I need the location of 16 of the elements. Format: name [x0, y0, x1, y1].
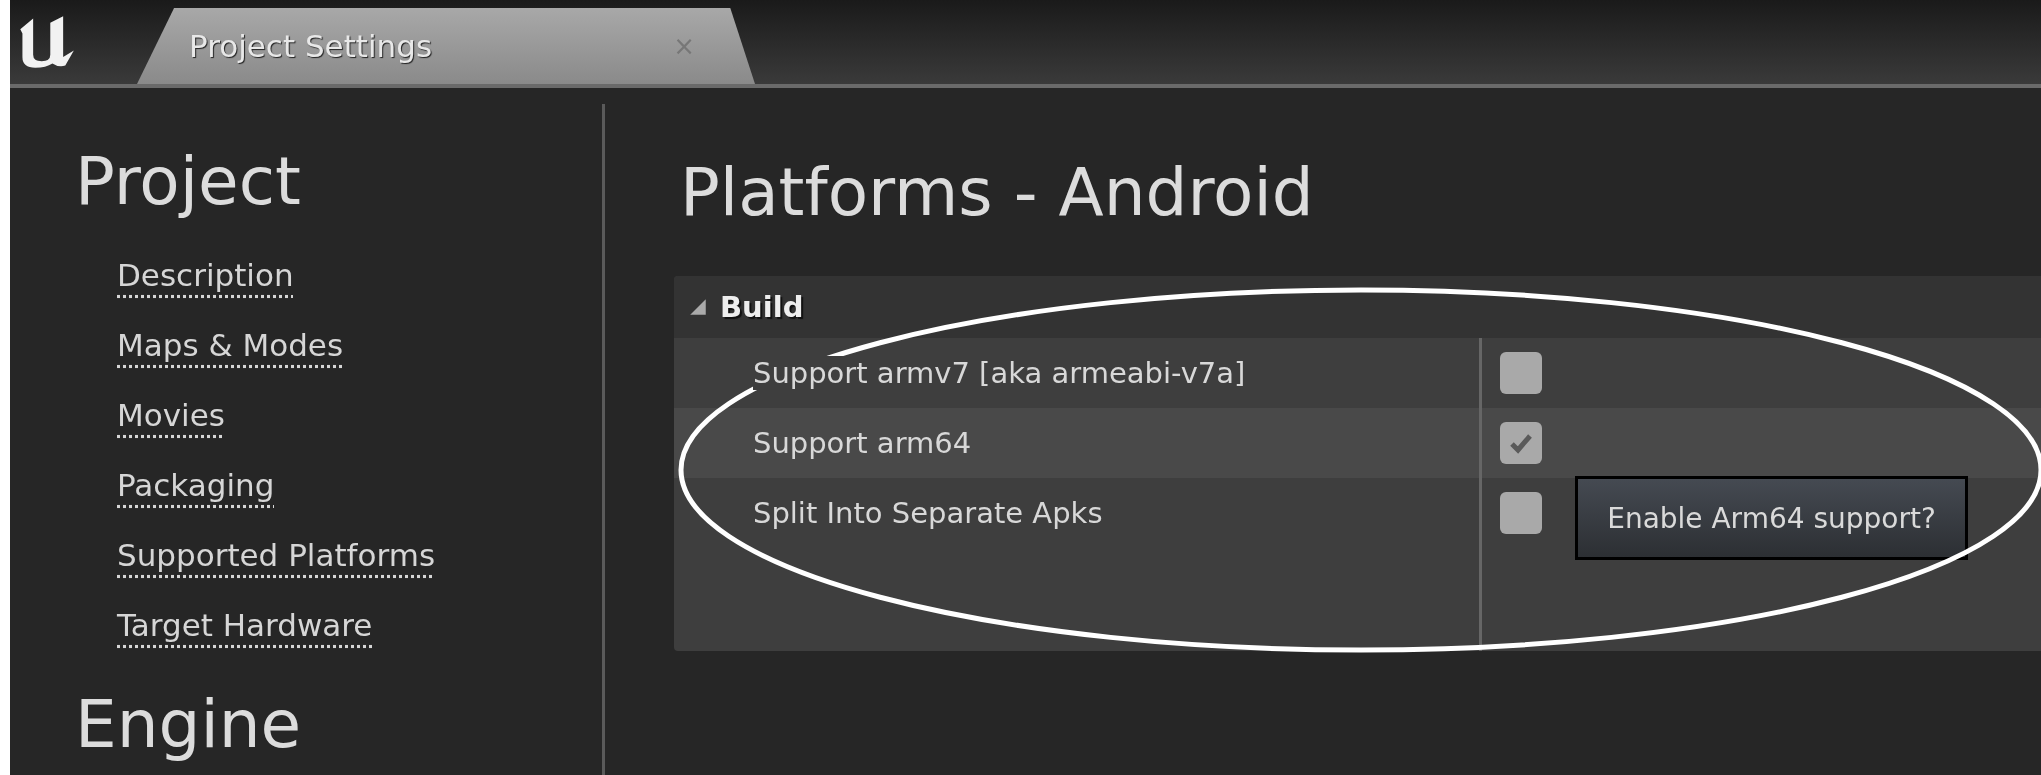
- section-heading: Engine: [75, 685, 303, 765]
- sidebar-link[interactable]: Maps & Modes: [117, 325, 344, 365]
- setting-label: Support armv7 [aka armeabi-v7a]: [753, 356, 1246, 390]
- section-heading: Project: [75, 142, 302, 222]
- category-header[interactable]: Build: [674, 276, 2041, 338]
- sidebar-link[interactable]: Movies: [117, 395, 225, 435]
- page-title: Platforms - Android: [680, 153, 1315, 233]
- checkbox[interactable]: [1500, 422, 1542, 464]
- tooltip: Enable Arm64 support?: [1575, 476, 1968, 560]
- checkbox[interactable]: [1500, 492, 1542, 534]
- sidebar-link[interactable]: Description: [117, 255, 294, 295]
- sidebar-link[interactable]: Packaging: [117, 465, 275, 505]
- category-title: Build: [720, 290, 804, 324]
- sidebar-link[interactable]: Supported Platforms: [117, 535, 436, 575]
- checkbox[interactable]: [1500, 352, 1542, 394]
- sidebar-link[interactable]: Target Hardware: [117, 605, 373, 645]
